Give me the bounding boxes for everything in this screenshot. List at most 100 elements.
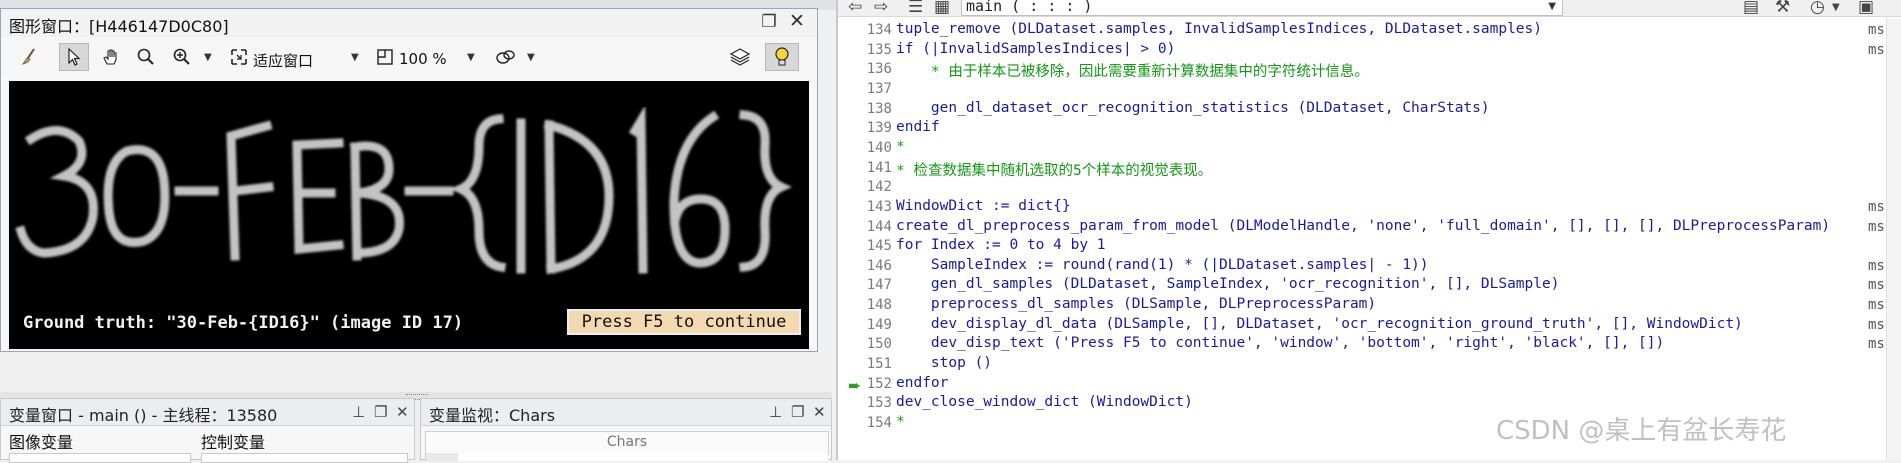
line-number[interactable]: 154 [838, 415, 892, 431]
fit-window-icon[interactable] [227, 43, 251, 71]
restore-icon[interactable]: ❐ [759, 12, 779, 32]
control-variables-label[interactable]: 控制变量 [201, 429, 265, 453]
more-icon[interactable]: ▣ [1858, 0, 1874, 17]
code-line[interactable]: tuple_remove (DLDataset.samples, Invalid… [896, 21, 1542, 37]
variable-window-titlebar[interactable]: 变量窗口 - main () - 主线程：13580 ⊥ ❐ ✕ [1, 399, 414, 426]
line-number[interactable]: 138 [838, 101, 892, 117]
code-line[interactable]: gen_dl_dataset_ocr_recognition_statistic… [896, 100, 1490, 116]
zoom-percent-icon[interactable] [373, 43, 397, 71]
clear-brush-icon[interactable] [15, 43, 43, 71]
code-line[interactable]: endfor [896, 375, 948, 391]
line-number[interactable]: 149 [838, 317, 892, 333]
code-line[interactable]: dev_disp_text ('Press F5 to continue', '… [896, 335, 1664, 351]
code-line[interactable]: if (|InvalidSamplesIndices| > 0) [896, 41, 1175, 57]
line-number[interactable]: 134 [838, 22, 892, 38]
lightbulb-icon[interactable] [765, 43, 799, 71]
line-number[interactable]: 152 [838, 376, 892, 392]
code-line[interactable]: * [896, 414, 905, 430]
graphics-toolbar: ▼ 适应窗口 ▼ 100 % ▼ ▼ [1, 37, 817, 77]
code-line[interactable]: preprocess_dl_samples (DLSample, DLPrepr… [896, 296, 1376, 312]
pin-icon[interactable]: ⊥ [769, 403, 782, 421]
code-line[interactable]: * [896, 139, 905, 155]
pan-hand-icon[interactable] [97, 43, 125, 71]
iconic-variables-list[interactable] [9, 453, 191, 463]
procedure-grid-icon[interactable]: ▦ [934, 0, 950, 17]
ground-truth-label: Ground truth: "30-Feb-{ID16}" (image ID … [23, 313, 464, 333]
timer-caret-icon[interactable]: ▼ [1832, 2, 1840, 13]
line-number[interactable]: 139 [838, 120, 892, 136]
line-number[interactable]: 145 [838, 238, 892, 254]
draw-shape-icon[interactable] [491, 43, 521, 71]
pin-icon[interactable]: ⊥ [352, 403, 365, 421]
code-line[interactable]: dev_close_window_dict (WindowDict) [896, 394, 1193, 410]
control-variables-list[interactable] [201, 453, 408, 463]
shape-dropdown-caret-icon[interactable]: ▼ [527, 52, 535, 63]
vertical-scrollbar[interactable] [1886, 18, 1901, 460]
code-line[interactable]: create_dl_preprocess_param_from_model (D… [896, 218, 1830, 234]
line-number[interactable]: 135 [838, 42, 892, 58]
variable-window-title: 变量窗口 - main () - 主线程：13580 [9, 406, 278, 425]
runtime-ms-label: ms [1868, 258, 1885, 274]
fit-window-label[interactable]: 适应窗口 [253, 50, 313, 71]
line-number[interactable]: 150 [838, 336, 892, 352]
line-number[interactable]: 143 [838, 199, 892, 215]
code-line[interactable]: gen_dl_samples (DLDataset, SampleIndex, … [896, 276, 1560, 292]
line-number[interactable]: 144 [838, 219, 892, 235]
save-procedure-icon[interactable]: ▤ [1743, 0, 1759, 17]
magnifier-icon[interactable] [133, 43, 159, 71]
zoom-in-icon[interactable] [169, 43, 195, 71]
forward-arrow-icon[interactable]: ⇨ [874, 0, 888, 17]
close-icon[interactable]: ✕ [396, 403, 409, 421]
list-icon[interactable]: ☰ [908, 0, 923, 17]
variable-watch-window: 变量监视：Chars ⊥ ❐ ✕ Chars [420, 398, 832, 461]
code-line[interactable]: endif [896, 119, 940, 135]
code-line[interactable]: * 检查数据集中随机选取的5个样本的视觉表现。 [896, 159, 1212, 180]
line-number[interactable]: 140 [838, 140, 892, 156]
runtime-ms-label: ms [1868, 297, 1885, 313]
code-line[interactable]: dev_display_dl_data (DLSample, [], DLDat… [896, 316, 1743, 332]
procedure-selector[interactable]: main ( : : : ) ▼ [961, 0, 1563, 16]
zoom-dropdown-caret-icon[interactable]: ▼ [204, 52, 212, 63]
code-line[interactable]: * 由于样本已被移除，因此需要重新计算数据集中的字符统计信息。 [896, 60, 1369, 81]
close-icon[interactable]: ✕ [813, 403, 826, 421]
code-line[interactable]: stop () [896, 355, 992, 371]
program-editor-toolbar: ⇦ ⇨ ☰ ▦ main ( : : : ) ▼ ▤ ⚒ ◷ ▼ ▣ [838, 0, 1901, 17]
line-number[interactable]: 136 [838, 61, 892, 77]
procedure-settings-icon[interactable]: ⚒ [1775, 0, 1790, 17]
line-number[interactable]: 137 [838, 81, 892, 97]
line-number[interactable]: 151 [838, 356, 892, 372]
graphics-window-titlebar[interactable]: 图形窗口：[H446147D0C80] ❐ ✕ [1, 9, 817, 38]
close-icon[interactable]: ✕ [787, 11, 807, 31]
line-number[interactable]: 141 [838, 160, 892, 176]
watch-window-title: 变量监视：Chars [429, 406, 556, 425]
back-arrow-icon[interactable]: ⇦ [848, 0, 862, 17]
pointer-icon[interactable] [59, 43, 89, 71]
line-number[interactable]: 142 [838, 179, 892, 195]
runtime-ms-label: ms [1868, 22, 1885, 38]
iconic-variables-label[interactable]: 图像变量 [9, 429, 73, 453]
watch-window-titlebar[interactable]: 变量监视：Chars ⊥ ❐ ✕ [421, 399, 831, 426]
code-line[interactable]: SampleIndex := round(rand(1) * (|DLDatas… [896, 257, 1429, 273]
fit-dropdown-caret-icon[interactable]: ▼ [351, 52, 359, 63]
image-canvas[interactable]: Ground truth: "30-Feb-{ID16}" (image ID … [9, 81, 809, 349]
variable-window: 变量窗口 - main () - 主线程：13580 ⊥ ❐ ✕ 图像变量 控制… [0, 398, 415, 463]
code-line[interactable]: for Index := 0 to 4 by 1 [896, 237, 1106, 253]
code-line[interactable]: WindowDict := dict{} [896, 198, 1071, 214]
line-number[interactable]: 153 [838, 395, 892, 411]
graphics-window-title: 图形窗口：[H446147D0C80] [9, 17, 229, 36]
line-number[interactable]: 147 [838, 277, 892, 293]
restore-icon[interactable]: ❐ [791, 403, 804, 421]
restore-icon[interactable]: ❐ [374, 403, 387, 421]
program-editor: ⇦ ⇨ ☰ ▦ main ( : : : ) ▼ ▤ ⚒ ◷ ▼ ▣ ➨ 134… [838, 0, 1901, 460]
timer-icon[interactable]: ◷ [1810, 0, 1825, 17]
runtime-ms-label: ms [1868, 336, 1885, 352]
layers-icon[interactable] [725, 43, 755, 71]
watch-column-header[interactable]: Chars [425, 431, 829, 455]
procedure-dropdown-caret-icon[interactable]: ▼ [1548, 1, 1556, 12]
line-number[interactable]: 148 [838, 297, 892, 313]
watermark: CSDN @桌上有盆长寿花 [1496, 416, 1787, 446]
zoom-percent-label[interactable]: 100 % [399, 50, 447, 68]
runtime-ms-label: ms [1868, 219, 1885, 235]
zoom-percent-caret-icon[interactable]: ▼ [467, 52, 475, 63]
line-number[interactable]: 146 [838, 258, 892, 274]
